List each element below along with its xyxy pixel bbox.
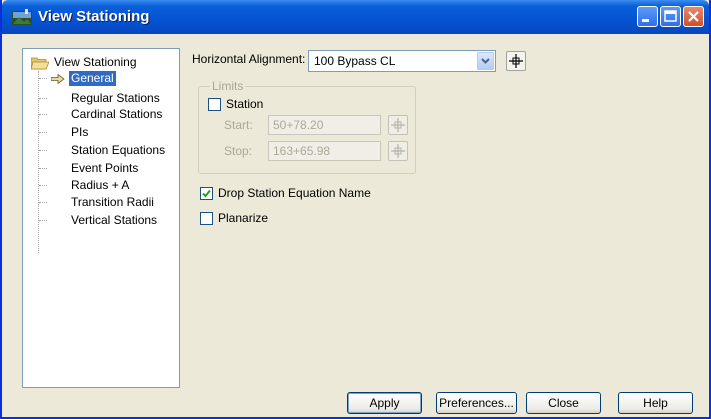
- tree-item-label: Station Equations: [71, 143, 166, 157]
- close-button[interactable]: Close: [526, 392, 601, 414]
- pick-start-button[interactable]: [388, 115, 408, 135]
- view-stationing-window: View Stationing View Stationing General …: [0, 0, 711, 419]
- stop-label: Stop:: [224, 144, 253, 158]
- drop-station-equation-checkbox[interactable]: [200, 187, 213, 200]
- crosshair-pick-icon: [391, 144, 405, 158]
- tree-item-label: Radius + A: [71, 178, 130, 192]
- tree-connector: [39, 78, 47, 79]
- horizontal-alignment-label: Horizontal Alignment:: [192, 52, 306, 66]
- start-label: Start:: [224, 118, 253, 132]
- tree-connector: [39, 98, 47, 99]
- arrow-right-icon: [51, 74, 65, 84]
- tree-item-label: General: [69, 71, 116, 86]
- planarize-checkbox[interactable]: [200, 212, 213, 225]
- planarize-label: Planarize: [218, 211, 269, 225]
- tree-connector: [39, 202, 47, 203]
- tree-connector: [39, 150, 47, 151]
- pick-alignment-button[interactable]: [506, 51, 526, 71]
- pick-stop-button[interactable]: [388, 141, 408, 161]
- close-icon: [688, 11, 699, 22]
- horizontal-alignment-select[interactable]: 100 Bypass CL: [308, 50, 496, 72]
- minimize-button[interactable]: [637, 6, 658, 27]
- crosshair-pick-icon: [391, 118, 405, 132]
- help-button[interactable]: Help: [618, 392, 693, 414]
- tree-item-label: Vertical Stations: [71, 213, 158, 227]
- tree-connector: [39, 168, 47, 169]
- maximize-button[interactable]: [660, 6, 681, 27]
- folder-open-icon: [31, 57, 49, 70]
- preferences-button[interactable]: Preferences...: [436, 392, 517, 414]
- checkmark-icon: [202, 189, 211, 198]
- dropdown-button[interactable]: [477, 52, 494, 70]
- tree-connector: [39, 114, 47, 115]
- navigation-tree[interactable]: View Stationing General Regular Stations…: [22, 48, 180, 388]
- station-checkbox[interactable]: [208, 98, 221, 111]
- drop-station-equation-label: Drop Station Equation Name: [218, 186, 371, 200]
- tree-connector: [39, 185, 47, 186]
- tree-connector: [39, 220, 47, 221]
- tree-connector: [39, 132, 47, 133]
- start-station-input[interactable]: [268, 115, 381, 135]
- chevron-down-icon: [481, 58, 490, 64]
- minimize-icon: [642, 19, 649, 22]
- stop-station-input[interactable]: [268, 141, 381, 161]
- crosshair-pick-icon: [509, 54, 523, 68]
- tree-root-label: View Stationing: [54, 55, 137, 69]
- close-window-button[interactable]: [683, 6, 704, 27]
- tree-item-label: Regular Stations: [71, 91, 160, 105]
- apply-button[interactable]: Apply: [347, 392, 422, 414]
- station-label: Station: [226, 97, 264, 111]
- tree-item-label: PIs: [71, 125, 89, 139]
- limits-legend: Limits: [210, 79, 246, 93]
- horizontal-alignment-value: 100 Bypass CL: [314, 54, 396, 68]
- window-title: View Stationing: [38, 8, 150, 25]
- tree-item-label: Event Points: [71, 161, 139, 175]
- tree-item-label: Cardinal Stations: [71, 107, 163, 121]
- maximize-icon: [664, 10, 677, 22]
- stationing-app-icon: [12, 9, 32, 25]
- title-bar[interactable]: View Stationing: [2, 0, 709, 34]
- tree-item-label: Transition Radii: [71, 195, 154, 209]
